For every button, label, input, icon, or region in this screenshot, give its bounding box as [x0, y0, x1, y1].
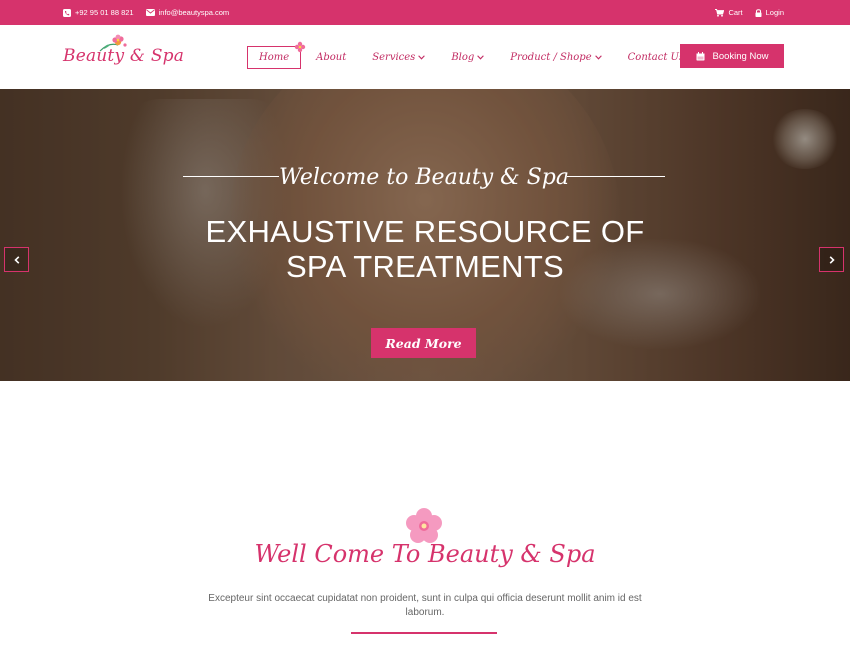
calendar-icon: [696, 51, 704, 60]
chevron-down-icon: [477, 55, 485, 60]
nav-item-home[interactable]: Home: [247, 41, 306, 69]
nav-label-services: Services: [372, 52, 416, 63]
email-address: info@beautyspa.com: [158, 8, 230, 17]
top-bar: +92 95 01 88 821 info@beautyspa.com Cart…: [0, 0, 850, 25]
phone-icon: [63, 8, 71, 17]
booking-now-button[interactable]: Booking Now: [680, 44, 784, 68]
flower-icon: [294, 41, 306, 53]
welcome-title: Well Come To Beauty & Spa: [254, 540, 596, 568]
slider-next-button[interactable]: [819, 247, 844, 272]
nav-item-about[interactable]: About: [316, 46, 346, 69]
nav-item-blog[interactable]: Blog: [451, 46, 485, 69]
hero-title-line-left: [183, 176, 279, 177]
welcome-divider: [351, 632, 497, 634]
login-label: Login: [765, 8, 784, 17]
hero-slider: Welcome to Beauty & Spa EXHAUSTIVE RESOU…: [0, 89, 850, 381]
lock-icon: [755, 8, 762, 17]
hero-heading: EXHAUSTIVE RESOURCE OF SPA TREATMENTS: [0, 214, 850, 284]
chevron-down-icon: [418, 55, 426, 60]
cart-label: Cart: [728, 8, 743, 17]
nav-label-about: About: [316, 52, 347, 63]
phone-number: +92 95 01 88 821: [75, 8, 134, 17]
nav-label-contact-us: Contact Us: [627, 52, 685, 63]
site-header: Beauty & Spa Home About Services Blog Pr…: [0, 25, 850, 89]
slider-prev-button[interactable]: [4, 247, 29, 272]
nav-label-home: Home: [259, 52, 290, 63]
phone-item[interactable]: +92 95 01 88 821: [63, 8, 134, 17]
hero-heading-line2: SPA TREATMENTS: [285, 249, 565, 284]
cart-icon: [715, 8, 725, 17]
nav-item-services[interactable]: Services: [372, 46, 426, 69]
email-item[interactable]: info@beautyspa.com: [145, 8, 230, 17]
contact-info: +92 95 01 88 821 info@beautyspa.com: [63, 0, 229, 25]
chevron-down-icon: [594, 55, 602, 60]
booking-label: Booking Now: [712, 50, 769, 62]
envelope-icon: [145, 9, 155, 16]
flower-icon: [99, 34, 127, 52]
hero-title-wrap: Welcome to Beauty & Spa: [183, 162, 665, 192]
welcome-text: Excepteur sint occaecat cupidatat non pr…: [208, 593, 642, 618]
hero-heading-line1: EXHAUSTIVE RESOURCE OF: [205, 214, 645, 249]
cart-link[interactable]: Cart: [715, 8, 743, 17]
main-nav: Home About Services Blog Product / Shope…: [247, 41, 694, 69]
chevron-right-icon: [829, 255, 835, 264]
account-links: Cart Login: [715, 0, 784, 25]
chevron-left-icon: [13, 255, 19, 264]
nav-label-blog: Blog: [451, 52, 475, 63]
login-link[interactable]: Login: [755, 8, 784, 17]
read-more-button[interactable]: Read More: [371, 328, 476, 358]
nav-item-product-shope[interactable]: Product / Shope: [510, 46, 602, 69]
hero-title: Welcome to Beauty & Spa: [279, 164, 569, 190]
hero-title-line-right: [567, 176, 665, 177]
read-more-label: Read More: [385, 335, 462, 351]
nav-label-product-shope: Product / Shope: [510, 52, 592, 63]
